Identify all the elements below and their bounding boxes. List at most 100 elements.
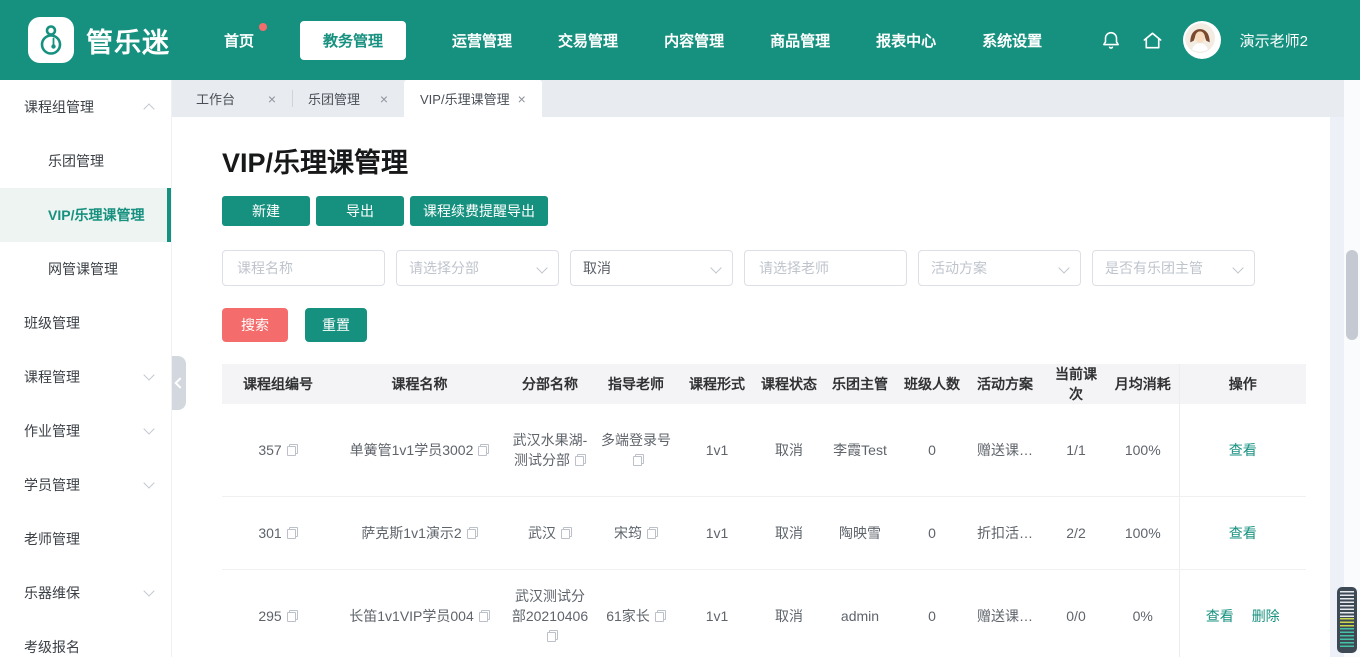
teacher-input-box (744, 250, 907, 286)
home-icon[interactable] (1141, 29, 1164, 52)
cell-operations: 查看 删除 (1179, 570, 1306, 657)
teacher-input[interactable] (757, 259, 894, 277)
nav-item-operations[interactable]: 运营管理 (452, 30, 512, 51)
nav-item-products[interactable]: 商品管理 (770, 30, 830, 51)
action-buttons: 新建 导出 课程续费提醒导出 (222, 196, 1330, 226)
chevron-down-icon (1058, 262, 1069, 273)
user-name[interactable]: 演示老师2 (1240, 30, 1308, 51)
window-scrollbar[interactable] (1344, 80, 1360, 657)
bell-icon[interactable] (1100, 29, 1122, 51)
search-row: 搜索 重置 (222, 308, 1330, 342)
minimap-stripes (1340, 591, 1354, 649)
page-title: VIP/乐理课管理 (222, 141, 1330, 180)
copy-icon[interactable] (655, 610, 666, 622)
cell-teacher: 宋筠 (595, 497, 677, 570)
activity-plan-select[interactable]: 活动方案 (918, 250, 1081, 286)
cell-leader: admin (821, 570, 899, 657)
copy-icon[interactable] (633, 454, 644, 466)
tab-workbench[interactable]: 工作台 × (180, 80, 292, 117)
main-content: VIP/乐理课管理 新建 导出 课程续费提醒导出 请选择分部 取消 活动方案 (172, 117, 1330, 657)
chevron-down-icon (143, 423, 154, 434)
renewal-reminder-export-button[interactable]: 课程续费提醒导出 (410, 196, 548, 226)
col-course-name: 课程名称 (334, 364, 505, 404)
cell-operations: 查看 (1179, 404, 1306, 497)
copy-icon[interactable] (575, 454, 586, 466)
sidebar-item-teachers[interactable]: 老师管理 (0, 512, 171, 566)
scroll-minimap-widget[interactable] (1337, 587, 1357, 653)
copy-icon[interactable] (287, 610, 298, 622)
copy-icon[interactable] (561, 527, 572, 539)
cell-group-id: 295 (222, 570, 334, 657)
copy-icon[interactable] (287, 527, 298, 539)
copy-icon[interactable] (287, 444, 298, 456)
course-name-input[interactable] (235, 259, 372, 277)
col-leader: 乐团主管 (821, 364, 899, 404)
nav-item-reports[interactable]: 报表中心 (876, 30, 936, 51)
close-icon[interactable]: × (268, 91, 276, 107)
sidebar-item-orchestra[interactable]: 乐团管理 (0, 134, 171, 188)
sidebar-item-students[interactable]: 学员管理 (0, 458, 171, 512)
sidebar-item-instrument-maintenance[interactable]: 乐器维保 (0, 566, 171, 620)
nav-item-settings[interactable]: 系统设置 (982, 30, 1042, 51)
close-icon[interactable]: × (518, 91, 526, 107)
sidebar-item-exam-registration[interactable]: 考级报名 (0, 620, 171, 657)
cell-class-size: 0 (899, 497, 965, 570)
sidebar-item-homework[interactable]: 作业管理 (0, 404, 171, 458)
export-button[interactable]: 导出 (316, 196, 404, 226)
cell-leader: 陶映雪 (821, 497, 899, 570)
reset-button[interactable]: 重置 (305, 308, 367, 342)
chevron-down-icon (143, 369, 154, 380)
copy-icon[interactable] (547, 630, 558, 642)
nav-item-home[interactable]: 首页 (224, 30, 254, 51)
cell-leader: 李霞Test (821, 404, 899, 497)
cell-teacher: 多端登录号 (595, 404, 677, 497)
cell-current-lesson: 0/0 (1045, 570, 1107, 657)
cell-branch: 武汉 (505, 497, 595, 570)
nav-item-content[interactable]: 内容管理 (664, 30, 724, 51)
tab-vip-music-theory[interactable]: VIP/乐理课管理 × (404, 80, 542, 117)
col-branch: 分部名称 (505, 364, 595, 404)
copy-icon[interactable] (647, 527, 658, 539)
sidebar-item-vip-music-theory[interactable]: VIP/乐理课管理 (0, 188, 171, 242)
filter-row: 请选择分部 取消 活动方案 是否有乐团主管 (222, 250, 1330, 286)
chevron-up-icon (143, 103, 154, 114)
col-teacher: 指导老师 (595, 364, 677, 404)
course-status-select[interactable]: 取消 (570, 250, 733, 286)
search-button[interactable]: 搜索 (222, 308, 288, 342)
orchestra-leader-select[interactable]: 是否有乐团主管 (1092, 250, 1255, 286)
scrollbar-thumb[interactable] (1346, 250, 1358, 340)
col-class-size: 班级人数 (899, 364, 965, 404)
course-name-input-box (222, 250, 385, 286)
brand-logo[interactable] (28, 17, 74, 63)
delete-link[interactable]: 删除 (1252, 608, 1280, 624)
create-button[interactable]: 新建 (222, 196, 310, 226)
copy-icon[interactable] (467, 527, 478, 539)
view-link[interactable]: 查看 (1229, 442, 1257, 458)
cell-form: 1v1 (677, 497, 757, 570)
tab-orchestra[interactable]: 乐团管理 × (292, 80, 404, 117)
sidebar-item-course[interactable]: 课程管理 (0, 350, 171, 404)
copy-icon[interactable] (478, 444, 489, 456)
close-icon[interactable]: × (380, 91, 388, 107)
table-header-row: 课程组编号 课程名称 分部名称 指导老师 课程形式 课程状态 乐团主管 班级人数… (222, 364, 1306, 404)
nav-item-academic[interactable]: 教务管理 (300, 21, 406, 60)
app-root: 管乐迷 首页 教务管理 运营管理 交易管理 内容管理 商品管理 报表中心 (0, 0, 1360, 657)
course-table: 课程组编号 课程名称 分部名称 指导老师 课程形式 课程状态 乐团主管 班级人数… (222, 364, 1306, 657)
copy-icon[interactable] (479, 610, 490, 622)
sidebar-item-online-course[interactable]: 网管课管理 (0, 242, 171, 296)
sidebar-item-class[interactable]: 班级管理 (0, 296, 171, 350)
content-right-gutter (1330, 117, 1344, 657)
avatar[interactable] (1183, 21, 1221, 59)
view-link[interactable]: 查看 (1206, 608, 1234, 624)
col-activity: 活动方案 (965, 364, 1045, 404)
cell-monthly-usage: 0% (1107, 570, 1179, 657)
cell-current-lesson: 1/1 (1045, 404, 1107, 497)
nav-item-transactions[interactable]: 交易管理 (558, 30, 618, 51)
sidebar-collapse-handle[interactable] (172, 356, 186, 410)
col-current-lesson: 当前课次 (1045, 364, 1107, 404)
cell-status: 取消 (757, 497, 821, 570)
sidebar-item-course-group[interactable]: 课程组管理 (0, 80, 171, 134)
branch-select[interactable]: 请选择分部 (396, 250, 559, 286)
cell-group-id: 301 (222, 497, 334, 570)
view-link[interactable]: 查看 (1229, 525, 1257, 541)
